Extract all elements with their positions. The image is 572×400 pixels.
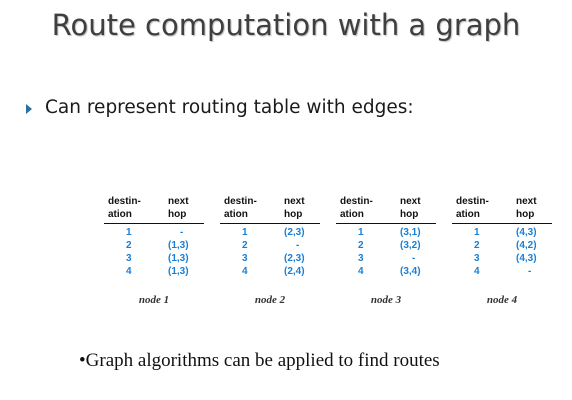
table-header: destin-ation next hop (452, 196, 552, 224)
next-hop-cell: - (180, 227, 184, 238)
hop-header-line2: hop (284, 209, 303, 220)
routing-table-node-2: destin-ation next hop 1 (2,3) 2-3 (2,3) 4 (2,4) n… (220, 196, 320, 306)
next-hop-cell: (2,4) (284, 266, 305, 277)
table-rows: 1 (4,3) 2 (4,2) 3 (4,3) 4- (452, 226, 552, 278)
hop-header-line1: next (168, 196, 189, 207)
hop-header-line1: next (516, 196, 537, 207)
table-header: destin-ation next hop (336, 196, 436, 224)
dest-header-line1: destin- (456, 196, 489, 207)
table-header: destin-ation next hop (104, 196, 204, 224)
destination-cell: 1 (358, 227, 364, 238)
header-rule (336, 223, 436, 224)
next-hop-cell: (1,3) (168, 253, 189, 264)
destination-cell: 3 (474, 253, 480, 264)
table-row: 4 (3,4) (336, 265, 436, 278)
table-row: 4- (452, 265, 552, 278)
next-hop-cell: - (528, 266, 532, 277)
next-hop-cell: - (296, 240, 300, 251)
bullet-text: Can represent routing table with edges: (45, 97, 414, 118)
table-row: 4 (1,3) (104, 265, 204, 278)
table-rows: 1-2 (1,3) 3 (1,3) 4 (1,3) (104, 226, 204, 278)
destination-cell: 2 (126, 240, 132, 251)
table-row: 1- (104, 226, 204, 239)
destination-cell: 4 (242, 266, 248, 277)
next-hop-cell: (3,4) (400, 266, 421, 277)
next-hop-cell: (3,1) (400, 227, 421, 238)
hop-header-line2: hop (168, 209, 187, 220)
next-hop-cell: (4,3) (516, 227, 537, 238)
destination-cell: 3 (126, 253, 132, 264)
hop-header-line2: hop (400, 209, 419, 220)
table-caption: node 2 (254, 294, 286, 306)
dest-header-line2: ation (340, 209, 364, 220)
destination-cell: 3 (242, 253, 248, 264)
table-caption: node 4 (486, 294, 518, 306)
table-row: 1 (2,3) (220, 226, 320, 239)
table-caption: node 1 (138, 294, 170, 306)
footer-text: •Graph algorithms can be applied to find… (79, 350, 440, 371)
next-hop-cell: (1,3) (168, 266, 189, 277)
destination-cell: 1 (126, 227, 132, 238)
table-row: 3 (2,3) (220, 252, 320, 265)
destination-cell: 2 (242, 240, 248, 251)
dest-header-line1: destin- (340, 196, 373, 207)
destination-cell: 4 (358, 266, 364, 277)
header-rule (220, 223, 320, 224)
destination-cell: 4 (474, 266, 480, 277)
next-hop-cell: (1,3) (168, 240, 189, 251)
routing-table-node-1: destin-ation next hop 1-2 (1,3) 3 (1,3) 4 (1,3) n… (104, 196, 204, 306)
bullet-point: Can represent routing table with edges: (26, 97, 414, 118)
table-header: destin-ation next hop (220, 196, 320, 224)
destination-cell: 1 (242, 227, 248, 238)
next-hop-cell: (2,3) (284, 253, 305, 264)
next-hop-cell: (4,2) (516, 240, 537, 251)
next-hop-cell: - (412, 253, 416, 264)
table-row: 4 (2,4) (220, 265, 320, 278)
table-row: 3 (1,3) (104, 252, 204, 265)
routing-table-node-4: destin-ation next hop 1 (4,3) 2 (4,2) 3 (4,3) 4- n… (452, 196, 552, 306)
triangle-bullet-icon (26, 103, 32, 114)
table-row: 1 (4,3) (452, 226, 552, 239)
destination-cell: 1 (474, 227, 480, 238)
dest-header-line2: ation (224, 209, 248, 220)
table-row: 3- (336, 252, 436, 265)
hop-header-line1: next (400, 196, 421, 207)
destination-cell: 3 (358, 253, 364, 264)
next-hop-cell: (3,2) (400, 240, 421, 251)
slide-title: Route computation with a graph (51, 8, 521, 42)
table-row: 3 (4,3) (452, 252, 552, 265)
table-caption: node 3 (370, 294, 402, 306)
table-row: 2 (3,2) (336, 239, 436, 252)
destination-cell: 2 (474, 240, 480, 251)
hop-header-line1: next (284, 196, 305, 207)
header-rule (452, 223, 552, 224)
table-rows: 1 (3,1) 2 (3,2) 3-4 (3,4) (336, 226, 436, 278)
header-rule (104, 223, 204, 224)
routing-table-node-3: destin-ation next hop 1 (3,1) 2 (3,2) 3-4 (3,4) n… (336, 196, 436, 306)
dest-header-line1: destin- (108, 196, 141, 207)
next-hop-cell: (4,3) (516, 253, 537, 264)
table-row: 1 (3,1) (336, 226, 436, 239)
dest-header-line1: destin- (224, 196, 257, 207)
table-row: 2- (220, 239, 320, 252)
dest-header-line2: ation (456, 209, 480, 220)
table-row: 2 (1,3) (104, 239, 204, 252)
dest-header-line2: ation (108, 209, 132, 220)
next-hop-cell: (2,3) (284, 227, 305, 238)
table-rows: 1 (2,3) 2-3 (2,3) 4 (2,4) (220, 226, 320, 278)
table-row: 2 (4,2) (452, 239, 552, 252)
destination-cell: 2 (358, 240, 364, 251)
hop-header-line2: hop (516, 209, 535, 220)
destination-cell: 4 (126, 266, 132, 277)
